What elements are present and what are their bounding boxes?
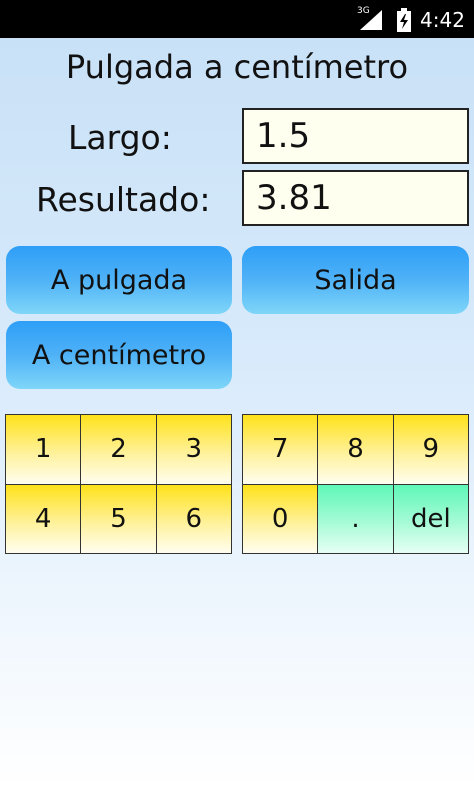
exit-button[interactable]: Salida [242,246,469,314]
to-inch-button[interactable]: A pulgada [6,246,232,314]
to-centimeter-button[interactable]: A centímetro [6,321,232,389]
battery-charging-icon [397,8,411,32]
key-4[interactable]: 4 [6,484,82,554]
key-0[interactable]: 0 [243,484,319,554]
length-label: Largo: [68,118,172,157]
status-bar: 3G 4:42 [0,0,474,38]
key-decimal-point[interactable]: . [318,484,394,554]
length-input[interactable]: 1.5 [242,108,469,164]
page-title: Pulgada a centímetro [65,48,409,86]
key-7[interactable]: 7 [243,415,319,485]
key-6[interactable]: 6 [156,484,232,554]
key-9[interactable]: 9 [393,415,469,485]
key-1[interactable]: 1 [6,415,82,485]
key-5[interactable]: 5 [81,484,157,554]
keypad-right: 7 8 9 0 . del [242,414,469,554]
clock: 4:42 [420,8,465,32]
key-8[interactable]: 8 [318,415,394,485]
key-3[interactable]: 3 [156,415,232,485]
result-field: 3.81 [242,170,469,226]
result-label: Resultado: [36,180,211,219]
key-2[interactable]: 2 [81,415,157,485]
key-delete[interactable]: del [393,484,469,554]
signal-icon [360,10,382,30]
keypad-left: 1 2 3 4 5 6 [5,414,232,554]
